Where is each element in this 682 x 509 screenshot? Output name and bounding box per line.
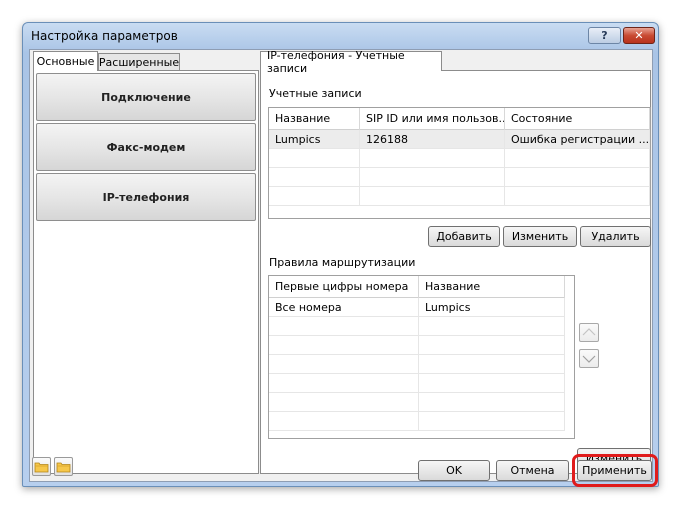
table-row[interactable]: Lumpics 126188 Ошибка регистрации ... [269,130,650,149]
left-nav-panel: Подключение Факс-модем IP-телефония [33,70,259,474]
table-row-empty [269,412,565,431]
table-row-empty [269,355,565,374]
table-row-empty [269,393,565,412]
arrow-up-icon [582,328,596,336]
routing-table[interactable]: Первые цифры номера Название Все номера … [268,275,575,439]
accounts-table-header: Название SIP ID или имя пользов... Состо… [269,108,650,130]
tab-ip-accounts-label: IP-телефония - Учетные записи [267,48,405,75]
ok-button[interactable]: OK [418,460,490,481]
move-down-button[interactable] [579,349,599,368]
move-up-button[interactable] [579,323,599,342]
close-button[interactable]: ✕ [623,27,655,44]
folder-icon [34,462,49,473]
table-row-empty [269,187,650,206]
tab-basic[interactable]: Основные [33,51,98,71]
routing-col-name[interactable]: Название [419,276,565,298]
save-folder-button[interactable] [54,457,73,476]
tab-basic-label: Основные [36,55,95,68]
accounts-col-sip-id[interactable]: SIP ID или имя пользов... [360,108,505,130]
routing-name-cell: Lumpics [419,298,565,317]
account-name-cell: Lumpics [269,130,360,149]
open-folder-button[interactable] [32,457,51,476]
table-row-empty [269,149,650,168]
routing-section-label: Правила маршрутизации [269,256,416,269]
tab-advanced[interactable]: Расширенные [98,53,180,71]
accounts-table[interactable]: Название SIP ID или имя пользов... Состо… [268,107,651,219]
settings-dialog: Настройка параметров ? ✕ Основные Расшир… [22,22,659,487]
apply-highlight-outline [572,454,658,487]
table-row-empty [269,317,565,336]
routing-col-digits[interactable]: Первые цифры номера [269,276,419,298]
help-button[interactable]: ? [588,27,621,44]
nav-connection-button[interactable]: Подключение [36,73,256,121]
account-status-cell: Ошибка регистрации ... [505,130,650,149]
tab-advanced-label: Расширенные [98,56,180,69]
accounts-col-status[interactable]: Состояние [505,108,650,130]
folder-icon [56,462,71,473]
edit-account-button[interactable]: Изменить [503,226,577,247]
cancel-button[interactable]: Отмена [496,460,569,481]
table-row-empty [269,168,650,187]
help-icon: ? [601,29,608,42]
accounts-col-name[interactable]: Название [269,108,360,130]
window-title: Настройка параметров [31,29,178,43]
routing-table-header: Первые цифры номера Название [269,276,565,298]
accounts-section-label: Учетные записи [269,87,362,100]
arrow-down-icon [582,355,596,363]
table-row-empty [269,374,565,393]
ip-accounts-panel: Учетные записи Название SIP ID или имя п… [260,70,651,474]
nav-fax-modem-button[interactable]: Факс-модем [36,123,256,171]
tab-ip-accounts[interactable]: IP-телефония - Учетные записи [260,49,442,75]
title-bar[interactable]: Настройка параметров ? ✕ [23,23,658,49]
nav-ip-telephony-button[interactable]: IP-телефония [36,173,256,221]
dialog-client-area: Основные Расширенные Подключение Факс-мо… [29,49,653,482]
table-row[interactable]: Все номера Lumpics [269,298,565,317]
table-row-empty [269,336,565,355]
routing-digits-cell: Все номера [269,298,419,317]
add-account-button[interactable]: Добавить [428,226,500,247]
delete-account-button[interactable]: Удалить [580,226,651,247]
account-sip-id-cell: 126188 [360,130,505,149]
close-icon: ✕ [634,29,644,42]
